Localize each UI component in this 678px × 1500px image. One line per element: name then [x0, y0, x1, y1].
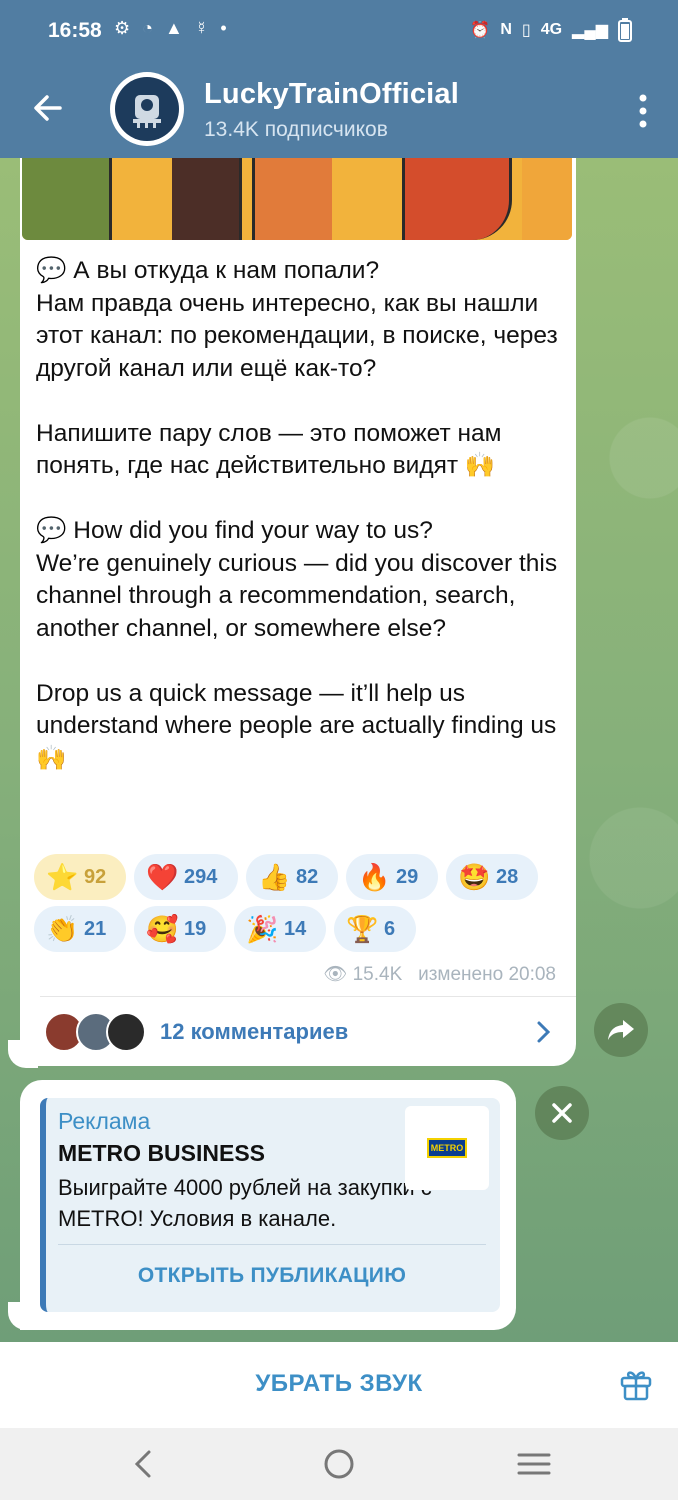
train-logo-icon: [115, 77, 179, 141]
reaction-clap[interactable]: 👏 21: [34, 906, 126, 952]
mute-button[interactable]: УБРАТЬ ЗВУК: [0, 1370, 678, 1398]
gift-icon[interactable]: [618, 1366, 654, 1402]
share-arrow-icon: [608, 1020, 634, 1040]
battery-icon: [618, 18, 632, 42]
channel-bottom-bar: УБРАТЬ ЗВУК: [0, 1342, 678, 1428]
smiling-hearts-icon: 🥰: [146, 913, 179, 944]
star-icon: ⭐: [46, 861, 79, 892]
star-struck-icon: 🤩: [458, 861, 491, 892]
reaction-fire[interactable]: 🔥 29: [346, 854, 438, 900]
warning-icon: ▲: [165, 18, 183, 38]
ad-thumbnail[interactable]: METRO: [405, 1106, 489, 1190]
dot-icon: •: [220, 18, 227, 38]
paragraph-ru-question: 💬 А вы откуда к нам попали? Нам правда о…: [36, 257, 558, 382]
ad-title: METRO BUSINESS: [58, 1140, 266, 1166]
reaction-party[interactable]: 🎉 14: [234, 906, 326, 952]
status-time: 16:58: [48, 19, 102, 42]
trophy-icon: 🏆: [346, 913, 379, 944]
comments-label: 12 комментариев: [160, 1019, 349, 1044]
comments-divider: [40, 996, 576, 997]
signal-icon: ▂▄▆: [572, 22, 608, 39]
close-icon: [552, 1103, 572, 1123]
channel-avatar[interactable]: [110, 72, 184, 146]
reaction-count: 29: [396, 865, 419, 888]
edited-time: изменено 20:08: [418, 964, 556, 985]
nav-home-icon[interactable]: [321, 1446, 357, 1482]
reaction-heart[interactable]: ❤️ 294: [134, 854, 238, 900]
chevron-right-icon: [537, 1021, 551, 1043]
view-count: 15.4K: [352, 964, 403, 985]
thumbs-up-icon: 👍: [258, 861, 291, 892]
reaction-star-struck[interactable]: 🤩 28: [446, 854, 538, 900]
vibrate-icon: ▯: [521, 22, 531, 39]
post-meta: 👁 15.4K изменено 20:08: [300, 962, 556, 986]
clap-icon: 👏: [46, 913, 79, 944]
post-text: 💬 А вы откуда к нам попали? Нам правда о…: [36, 255, 566, 775]
gear-icon: ⚙: [114, 18, 131, 38]
more-menu-icon[interactable]: [638, 94, 648, 128]
reaction-count: 92: [84, 865, 107, 888]
chat-header: LuckyTrainOfficial 13.4K подписчиков: [0, 62, 678, 158]
commenter-avatar: [106, 1012, 146, 1052]
reaction-smiling-hearts[interactable]: 🥰 19: [134, 906, 226, 952]
reaction-trophy[interactable]: 🏆 6: [334, 906, 416, 952]
odnoklassniki-icon: ☿: [194, 18, 209, 38]
paragraph-ru-cta: Напишите пару слов — это поможет нам пон…: [36, 419, 502, 480]
reaction-star[interactable]: ⭐ 92: [34, 854, 126, 900]
nav-recents-icon[interactable]: [516, 1446, 552, 1482]
ad-separator: [58, 1244, 486, 1245]
heart-icon: ❤️: [146, 861, 179, 892]
system-nav-bar: [0, 1428, 678, 1500]
open-publication-button[interactable]: ОТКРЫТЬ ПУБЛИКАЦИЮ: [58, 1264, 486, 1288]
nfc-icon: N: [500, 21, 512, 38]
metro-logo: METRO: [427, 1138, 467, 1158]
status-bar: 16:58 ⚙ ◔ ▲ ☿ • ⏰ N ▯ 4G ▂▄▆: [0, 0, 678, 62]
back-arrow-icon[interactable]: [28, 88, 68, 128]
alarm-icon: ⏰: [470, 22, 491, 39]
channel-title[interactable]: LuckyTrainOfficial: [204, 78, 459, 111]
fire-icon: 🔥: [358, 861, 391, 892]
reaction-count: 21: [84, 917, 107, 940]
paragraph-en-question: 💬 How did you find your way to us? We’re…: [36, 517, 558, 642]
party-popper-icon: 🎉: [246, 913, 279, 944]
reaction-count: 19: [184, 917, 207, 940]
close-ad-button[interactable]: [535, 1086, 589, 1140]
comments-button[interactable]: 12 комментариев: [40, 1002, 560, 1062]
nav-back-icon[interactable]: [125, 1446, 161, 1482]
reaction-count: 28: [496, 865, 519, 888]
paragraph-en-cta: Drop us a quick message — it’ll help us …: [36, 679, 557, 772]
reaction-count: 6: [384, 917, 396, 940]
reaction-count: 82: [296, 865, 319, 888]
subscriber-count: 13.4K подписчиков: [204, 118, 388, 141]
reaction-count: 294: [184, 865, 218, 888]
post-image[interactable]: [22, 158, 572, 240]
reaction-count: 14: [284, 917, 307, 940]
share-button[interactable]: [594, 1003, 648, 1057]
reaction-thumbs-up[interactable]: 👍 82: [246, 854, 338, 900]
ad-label: Реклама: [58, 1108, 151, 1134]
whatsapp-icon: ◔: [142, 18, 154, 38]
network-type: 4G: [540, 21, 563, 38]
eye-icon: 👁: [323, 964, 348, 985]
